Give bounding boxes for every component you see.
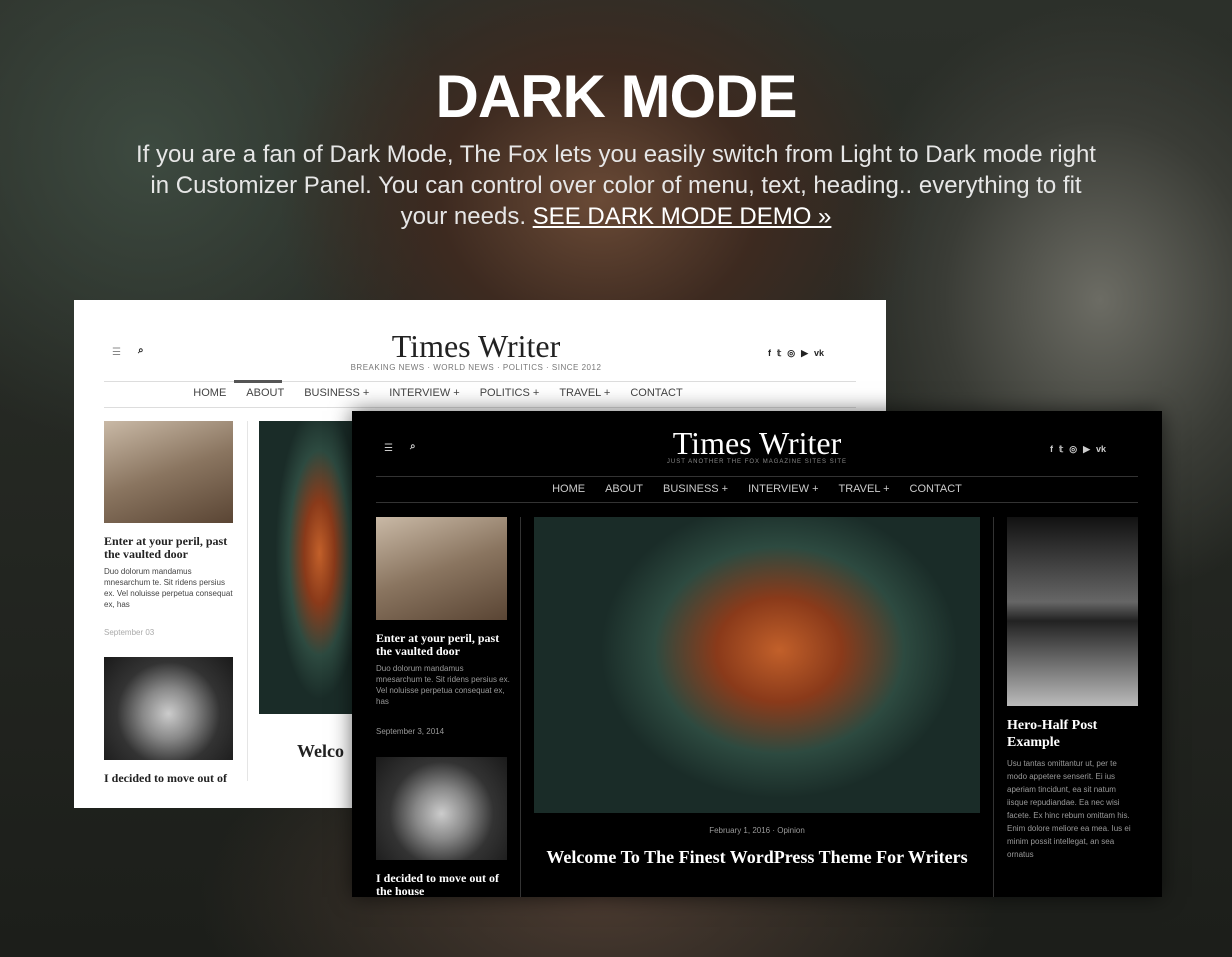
section-heading: DARK MODE — [435, 63, 798, 130]
post-title[interactable]: Enter at your peril, past the vaulted do… — [104, 535, 236, 561]
social-icons: f 𝕥 ◎ ▶ vk — [768, 348, 824, 359]
nav-interview[interactable]: INTERVIEW + — [748, 483, 818, 495]
instagram-icon: ◎ — [787, 348, 796, 358]
nav-contact[interactable]: CONTACT — [630, 387, 682, 399]
dark-mode-screenshot: ☰ ⌕ Times Writer JUST ANOTHER THE FOX MA… — [352, 411, 1162, 897]
post-title[interactable]: I decided to move out of — [104, 772, 244, 785]
twitter-icon: 𝕥 — [1059, 444, 1064, 454]
side-post-image[interactable] — [1007, 517, 1138, 706]
post-date: September 3, 2014 — [376, 727, 445, 736]
nav-business[interactable]: BUSINESS + — [663, 483, 728, 495]
section-description: If you are a fan of Dark Mode, The Fox l… — [136, 141, 1096, 230]
nav-about[interactable]: ABOUT — [605, 483, 643, 495]
divider — [376, 502, 1138, 503]
hero-title[interactable]: Welcome To The Finest WordPress Theme Fo… — [534, 846, 980, 868]
twitter-icon: 𝕥 — [777, 348, 782, 358]
vk-icon: vk — [813, 348, 824, 358]
social-icons: f 𝕥 ◎ ▶ vk — [1050, 444, 1106, 455]
youtube-icon: ▶ — [1083, 444, 1090, 454]
post-date: September 03 — [104, 628, 155, 637]
facebook-icon: f — [768, 348, 771, 358]
hero-meta: February 1, 2016 · Opinion — [709, 826, 805, 835]
nav-home[interactable]: HOME — [193, 387, 226, 399]
post-thumbnail[interactable] — [104, 657, 233, 760]
post-title[interactable]: Enter at your peril, past the vaulted do… — [376, 632, 512, 658]
nav-business[interactable]: BUSINESS + — [304, 387, 369, 399]
main-nav: HOME ABOUT BUSINESS + INTERVIEW + POLITICS +… — [74, 387, 844, 399]
dark-mode-demo-link[interactable]: SEE DARK MODE DEMO » — [533, 203, 832, 230]
divider — [104, 407, 856, 408]
column-divider — [247, 421, 248, 781]
main-nav: HOME ABOUT BUSINESS + INTERVIEW + TRAVEL + CO… — [352, 483, 1162, 495]
divider — [104, 381, 856, 382]
column-divider — [520, 517, 521, 897]
nav-travel[interactable]: TRAVEL + — [839, 483, 890, 495]
facebook-icon: f — [1050, 444, 1053, 454]
nav-travel[interactable]: TRAVEL + — [559, 387, 610, 399]
hero-title[interactable]: Welco — [297, 742, 344, 760]
post-thumbnail[interactable] — [104, 421, 233, 523]
site-logo: Times Writer — [672, 425, 842, 461]
hero-image[interactable] — [534, 517, 980, 813]
post-title[interactable]: I decided to move out of the house — [376, 872, 516, 898]
nav-home[interactable]: HOME — [552, 483, 585, 495]
column-divider — [993, 517, 994, 897]
side-post-title[interactable]: Hero-Half Post Example — [1007, 717, 1138, 751]
post-thumbnail[interactable] — [376, 757, 507, 860]
active-indicator — [234, 380, 282, 383]
post-excerpt: Duo dolorum mandamus mnesarchum te. Sit … — [104, 567, 233, 609]
youtube-icon: ▶ — [801, 348, 808, 358]
nav-contact[interactable]: CONTACT — [910, 483, 962, 495]
site-tagline: BREAKING NEWS · WORLD NEWS · POLITICS · … — [350, 363, 602, 372]
post-excerpt: Duo dolorum mandamus mnesarchum te. Sit … — [376, 664, 510, 706]
post-thumbnail[interactable] — [376, 517, 507, 620]
nav-politics[interactable]: POLITICS + — [480, 387, 540, 399]
divider — [376, 476, 1138, 477]
vk-icon: vk — [1095, 444, 1106, 454]
nav-interview[interactable]: INTERVIEW + — [389, 387, 459, 399]
site-logo: Times Writer — [391, 328, 561, 364]
side-post-excerpt: Usu tantas omittantur ut, per te modo ap… — [1007, 759, 1131, 859]
instagram-icon: ◎ — [1069, 444, 1078, 454]
site-tagline: JUST ANOTHER THE FOX MAGAZINE SITES SITE — [666, 459, 848, 465]
nav-about[interactable]: ABOUT — [246, 387, 284, 399]
